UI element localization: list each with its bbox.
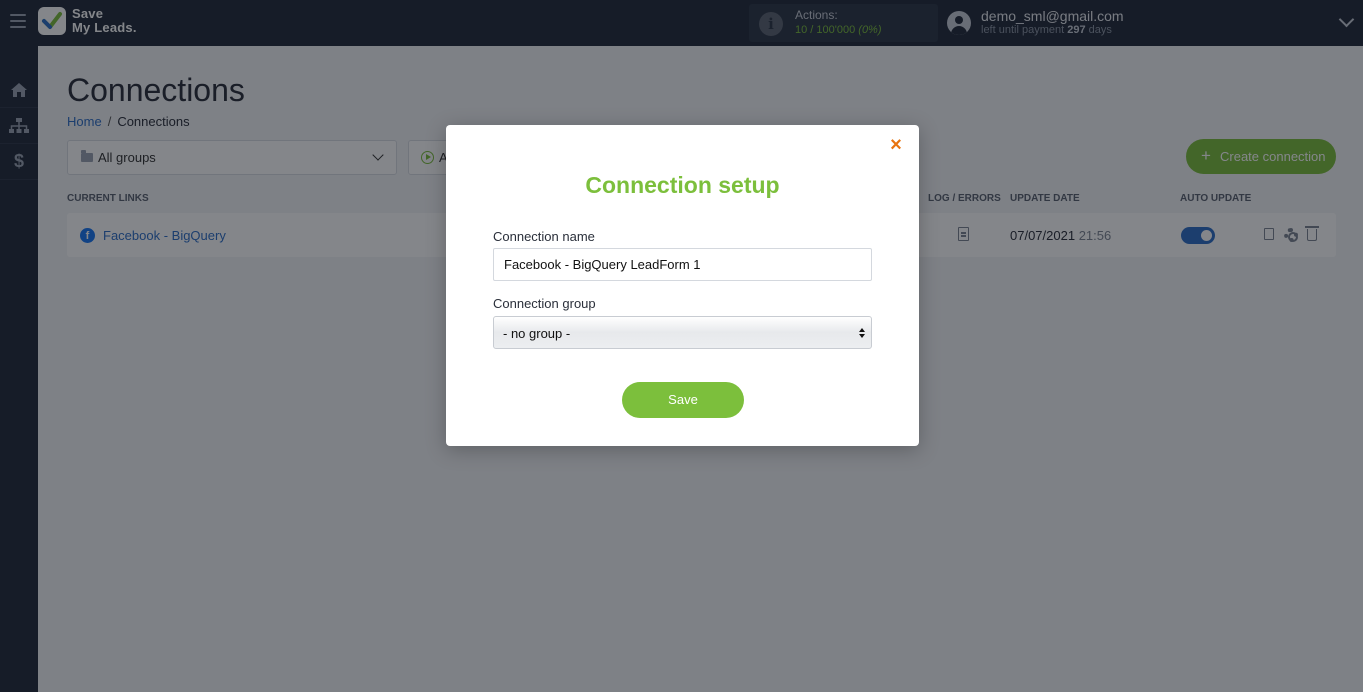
connection-group-label: Connection group [493, 296, 596, 311]
connection-group-value: - no group - [503, 326, 571, 341]
select-arrows-icon [859, 328, 865, 332]
connection-group-select[interactable]: - no group - [493, 316, 872, 349]
modal-title: Connection setup [585, 172, 780, 198]
connection-setup-modal: × Connection setup Connection name Conne… [446, 125, 919, 446]
connection-name-label: Connection name [493, 229, 595, 244]
connection-name-input[interactable] [493, 248, 872, 281]
save-button[interactable]: Save [622, 382, 744, 418]
select-arrow-down-icon [859, 334, 865, 338]
close-icon[interactable]: × [888, 135, 904, 155]
